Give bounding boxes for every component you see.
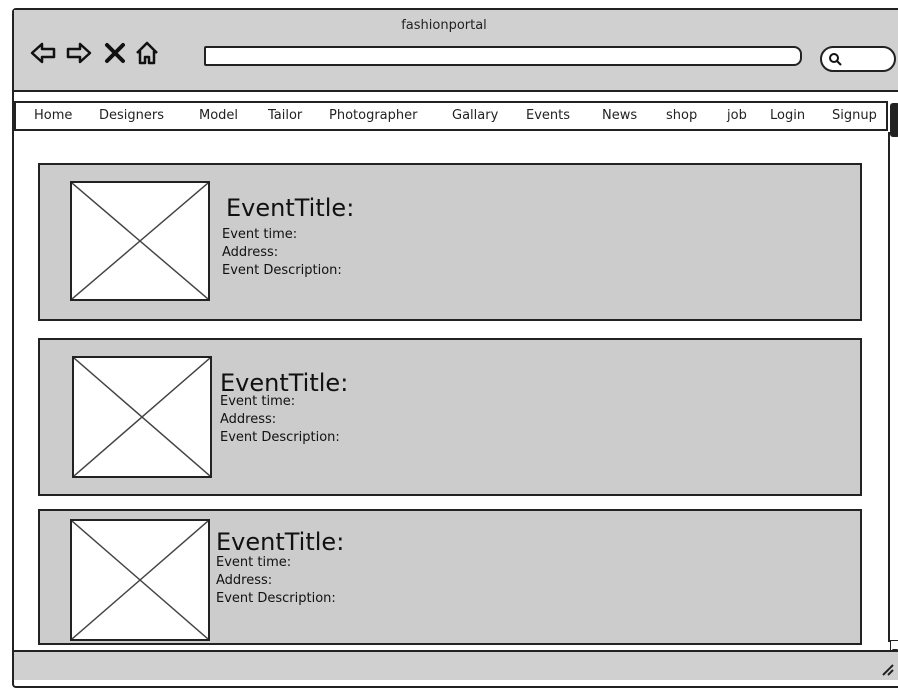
scrollbar-thumb[interactable]: [890, 103, 898, 137]
event-address-label: Address:: [220, 412, 277, 427]
image-placeholder-icon: [72, 183, 208, 299]
menu-item-designers[interactable]: Designers: [99, 108, 164, 123]
menu-item-login[interactable]: Login: [770, 108, 805, 123]
event-time-label: Event time:: [220, 394, 296, 409]
status-bar: [14, 650, 898, 680]
menu-item-signup[interactable]: Signup: [832, 108, 877, 123]
browser-window: fashionportal Home Designers Model Tailo: [12, 8, 898, 688]
url-bar[interactable]: [204, 46, 802, 66]
browser-titlebar: fashionportal: [14, 10, 898, 92]
forward-arrow-icon[interactable]: [66, 40, 92, 66]
scrollbar-track[interactable]: [888, 132, 890, 642]
event-title: EventTitle:: [220, 369, 349, 397]
event-description-label: Event Description:: [220, 430, 340, 445]
event-card[interactable]: EventTitle: Event time: Address: Event D…: [38, 509, 862, 645]
menu-item-model[interactable]: Model: [199, 108, 238, 123]
menu-item-home[interactable]: Home: [34, 108, 72, 123]
nav-menubar: Home Designers Model Tailor Photographer…: [14, 101, 888, 131]
window-title: fashionportal: [401, 18, 487, 33]
event-time-label: Event time:: [222, 227, 298, 242]
menu-item-events[interactable]: Events: [526, 108, 570, 123]
home-icon[interactable]: [134, 40, 160, 66]
event-title: EventTitle:: [226, 194, 355, 222]
event-card[interactable]: EventTitle: Event time: Address: Event D…: [38, 163, 862, 321]
event-address-label: Address:: [222, 245, 279, 260]
menu-item-tailor[interactable]: Tailor: [268, 108, 302, 123]
event-title: EventTitle:: [216, 528, 345, 556]
event-address-label: Address:: [216, 573, 273, 588]
event-time-label: Event time:: [216, 555, 292, 570]
back-arrow-icon[interactable]: [30, 40, 56, 66]
menu-item-gallary[interactable]: Gallary: [452, 108, 498, 123]
search-icon: [829, 53, 842, 66]
menu-item-photographer[interactable]: Photographer: [329, 108, 417, 123]
event-image-placeholder: [70, 181, 210, 301]
search-box[interactable]: [820, 46, 896, 72]
event-image-placeholder: [70, 519, 210, 641]
image-placeholder-icon: [72, 521, 208, 639]
close-icon[interactable]: [102, 40, 128, 66]
image-placeholder-icon: [74, 358, 210, 476]
event-description-label: Event Description:: [216, 591, 336, 606]
menu-item-job[interactable]: job: [727, 108, 747, 123]
event-card[interactable]: EventTitle: Event time: Address: Event D…: [38, 338, 862, 496]
event-image-placeholder: [72, 356, 212, 478]
menu-item-shop[interactable]: shop: [666, 108, 697, 123]
event-description-label: Event Description:: [222, 263, 342, 278]
menu-item-news[interactable]: News: [602, 108, 637, 123]
